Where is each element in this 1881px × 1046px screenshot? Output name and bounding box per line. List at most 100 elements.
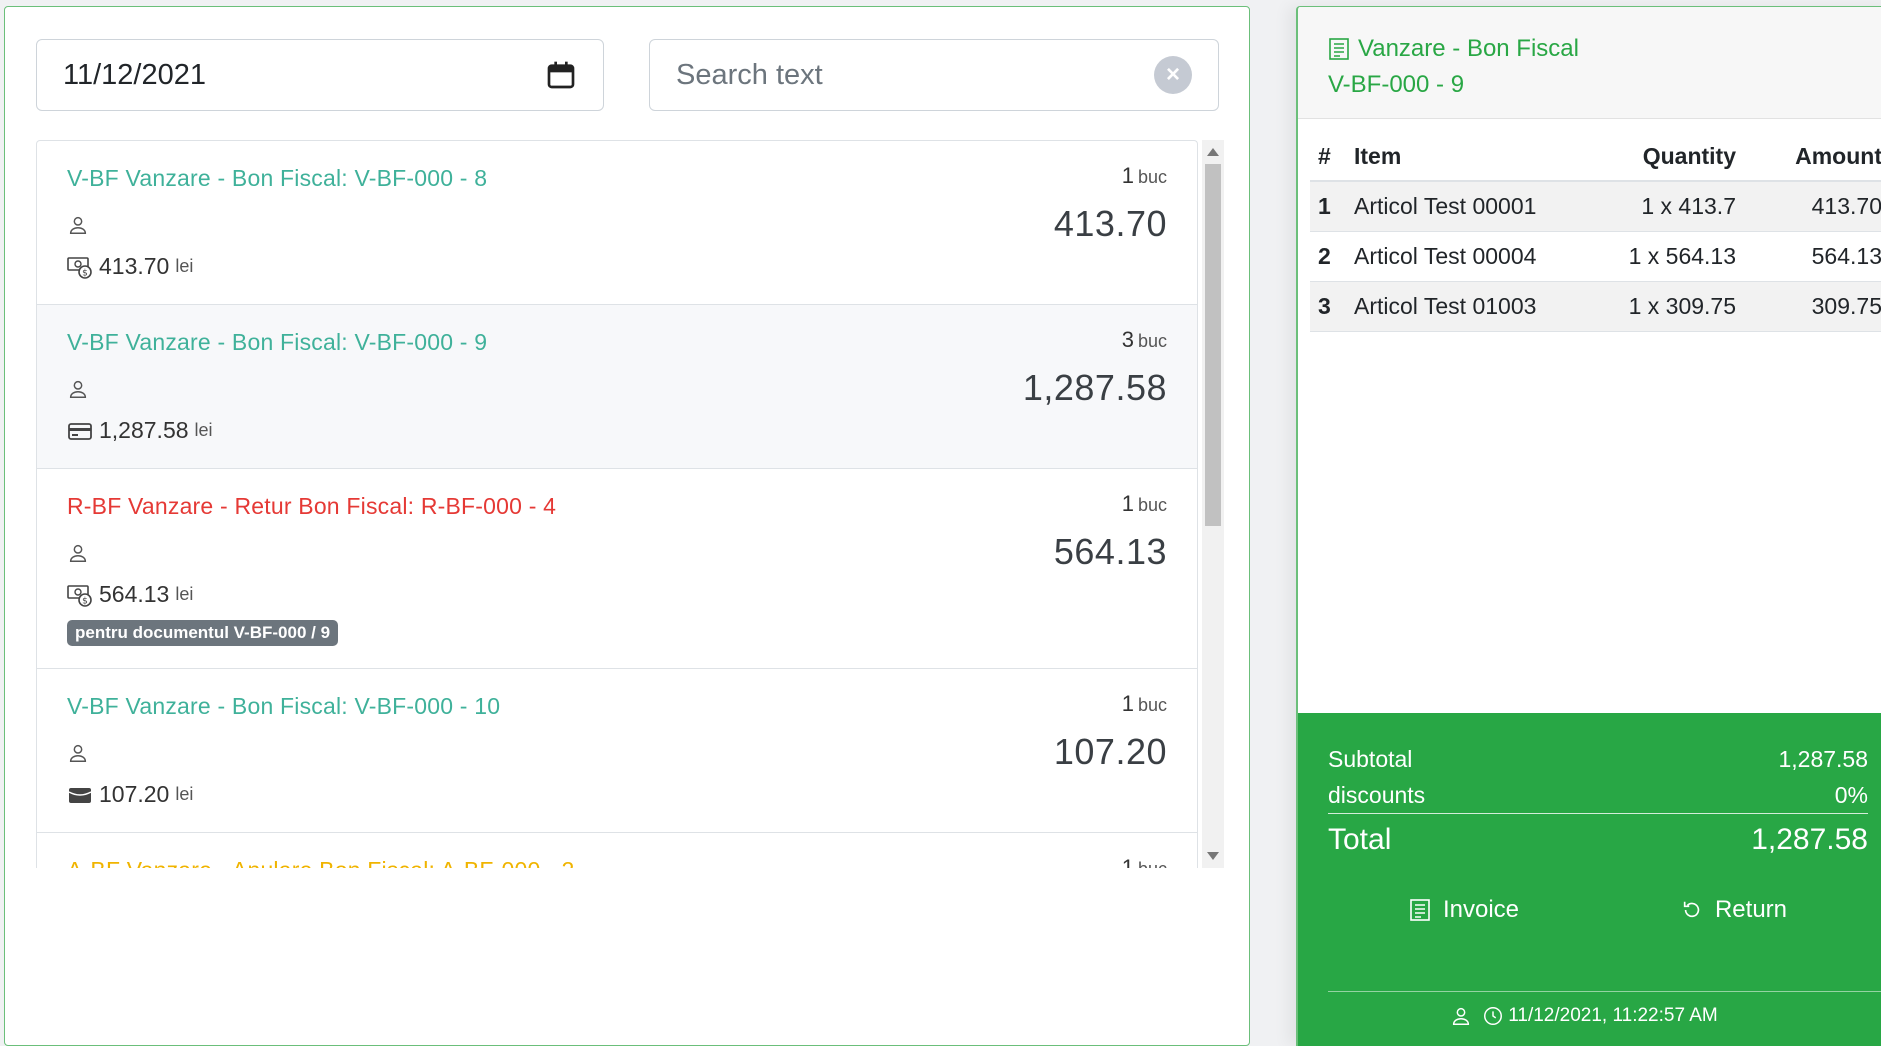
col-amount: Amount	[1744, 131, 1881, 182]
subtotal-value: 1,287.58	[1778, 746, 1868, 772]
document-title[interactable]: V-BF Vanzare - Bon Fiscal: V-BF-000 - 9	[67, 329, 1167, 356]
user-icon	[1453, 1007, 1470, 1025]
invoice-icon	[1410, 899, 1430, 921]
search-input[interactable]	[676, 58, 1154, 92]
quantity-unit: buc	[1137, 695, 1167, 715]
payment-row: $ 413.70 lei	[67, 253, 1167, 280]
document-title[interactable]: A-BF Vanzare - Anulare Bon Fiscal: A-BF-…	[67, 857, 1167, 868]
quantity-unit: buc	[1137, 331, 1167, 351]
total-row: Total 1,287.58	[1328, 814, 1868, 866]
row-amount: 309.75	[1744, 281, 1881, 332]
svg-text:$: $	[82, 268, 88, 278]
user-icon	[69, 216, 87, 234]
detail-title: Vanzare - Bon Fiscal	[1358, 35, 1579, 62]
table-row[interactable]: 2 Articol Test 00004 1 x 564.13 564.13	[1310, 231, 1881, 282]
return-button[interactable]: Return	[1681, 896, 1787, 924]
invoice-label: Invoice	[1442, 896, 1520, 923]
payment-row: 107.20 lei	[67, 781, 1167, 808]
document-item[interactable]: R-BF Vanzare - Retur Bon Fiscal: R-BF-00…	[37, 469, 1197, 669]
discounts-value: 0%	[1834, 782, 1868, 808]
subtotal-label: Subtotal	[1328, 746, 1413, 772]
payment-value: 1,287.58	[99, 417, 189, 443]
documents-list[interactable]: V-BF Vanzare - Bon Fiscal: V-BF-000 - 8 …	[36, 140, 1198, 868]
payment-value: 413.70	[99, 253, 170, 279]
user-icon	[69, 544, 87, 562]
discounts-label: discounts	[1328, 782, 1426, 808]
row-quantity: 1 x 564.13	[1598, 231, 1744, 282]
document-title[interactable]: R-BF Vanzare - Retur Bon Fiscal: R-BF-00…	[67, 493, 1167, 520]
quantity-unit: buc	[1137, 167, 1167, 187]
col-item: Item	[1346, 131, 1598, 182]
detail-footer: 11/12/2021, 11:22:57 AM	[1298, 1005, 1870, 1027]
svg-text:$: $	[82, 596, 88, 606]
currency: lei	[175, 256, 194, 276]
payment-row: 1,287.58 lei	[67, 417, 1167, 444]
quantity: 1buc	[1122, 163, 1167, 189]
quantity: 3 buc	[1122, 327, 1167, 353]
total-label: Total	[1328, 823, 1392, 856]
total-value: 1,287.58	[1751, 823, 1868, 856]
payment-row: $ 564.13 lei	[67, 581, 1167, 608]
calendar-icon[interactable]	[545, 59, 577, 91]
row-quantity: 1 x 309.75	[1598, 281, 1744, 332]
timestamp: 11/12/2021, 11:22:57 AM	[1508, 1005, 1718, 1026]
documents-panel: 11/12/2021 × V-BF Vanzare - Bon Fiscal: …	[4, 6, 1250, 1046]
date-value: 11/12/2021	[63, 58, 206, 91]
document-title[interactable]: V-BF Vanzare - Bon Fiscal: V-BF-000 - 8	[67, 165, 1167, 192]
quantity-value: 1	[1121, 855, 1134, 868]
currency: lei	[194, 420, 213, 440]
document-amount: 564.13	[1053, 531, 1167, 572]
currency: lei	[175, 584, 194, 604]
document-detail-panel: Vanzare - Bon Fiscal V-BF-000 - 9 # Item…	[1296, 6, 1881, 1046]
table-row[interactable]: 3 Articol Test 01003 1 x 309.75 309.75	[1310, 281, 1881, 332]
document-item[interactable]: V-BF Vanzare - Bon Fiscal: V-BF-000 - 8 …	[37, 141, 1197, 305]
table-header: # Item Quantity Amount	[1310, 131, 1881, 182]
row-index: 1	[1310, 181, 1346, 232]
return-icon	[1683, 901, 1700, 918]
row-item: Articol Test 00001	[1346, 181, 1598, 232]
receipt-icon	[1329, 38, 1349, 60]
subtotal-row: Subtotal 1,287.58	[1328, 741, 1868, 777]
quantity: 1 buc	[1122, 855, 1167, 868]
col-quantity: Quantity	[1598, 131, 1744, 182]
quantity-unit: buc	[1138, 859, 1167, 868]
document-item[interactable]: V-BF Vanzare - Bon Fiscal: V-BF-000 - 10…	[37, 669, 1197, 833]
credit-card-icon	[68, 422, 92, 440]
document-item[interactable]: A-BF Vanzare - Anulare Bon Fiscal: A-BF-…	[37, 833, 1197, 868]
date-picker[interactable]: 11/12/2021	[36, 39, 604, 111]
scroll-up-arrow[interactable]	[1207, 148, 1219, 156]
col-index: #	[1310, 131, 1346, 182]
document-item[interactable]: V-BF Vanzare - Bon Fiscal: V-BF-000 - 9 …	[37, 305, 1197, 469]
row-item: Articol Test 01003	[1346, 281, 1598, 332]
quantity-value: 1	[1121, 163, 1134, 188]
items-table: # Item Quantity Amount 1 Articol Test 00…	[1310, 131, 1881, 332]
row-amount: 564.13	[1744, 231, 1881, 282]
row-amount: 413.70	[1744, 181, 1881, 232]
clear-search-button[interactable]: ×	[1154, 56, 1192, 94]
search-box: ×	[649, 39, 1219, 111]
detail-number: V-BF-000 - 9	[1328, 71, 1465, 98]
quantity: 1buc	[1122, 491, 1167, 517]
document-amount: 107.20	[1053, 731, 1167, 772]
user-icon	[69, 380, 87, 398]
wallet-icon	[68, 787, 92, 803]
footer-divider	[1328, 991, 1881, 992]
currency: lei	[175, 784, 194, 804]
scroll-down-arrow[interactable]	[1207, 852, 1219, 860]
document-amount: 1,287.58	[1022, 367, 1167, 408]
payment-value: 564.13	[99, 581, 170, 607]
discounts-row: discounts 0%	[1328, 777, 1868, 814]
list-scrollbar[interactable]	[1202, 140, 1224, 868]
invoice-button[interactable]: Invoice	[1409, 896, 1519, 924]
detail-header: Vanzare - Bon Fiscal V-BF-000 - 9	[1298, 7, 1881, 119]
detail-actions: Invoice Return	[1328, 896, 1868, 924]
row-item: Articol Test 00004	[1346, 231, 1598, 282]
quantity: 1buc	[1122, 691, 1167, 717]
document-title[interactable]: V-BF Vanzare - Bon Fiscal: V-BF-000 - 10	[67, 693, 1167, 720]
user-icon	[69, 744, 87, 762]
scrollbar-thumb[interactable]	[1205, 164, 1221, 526]
return-label: Return	[1714, 896, 1788, 923]
table-row[interactable]: 1 Articol Test 00001 1 x 413.7 413.70	[1310, 181, 1881, 232]
quantity-value: 1	[1121, 491, 1134, 516]
reference-badge: pentru documentul V-BF-000 / 9	[67, 620, 339, 646]
